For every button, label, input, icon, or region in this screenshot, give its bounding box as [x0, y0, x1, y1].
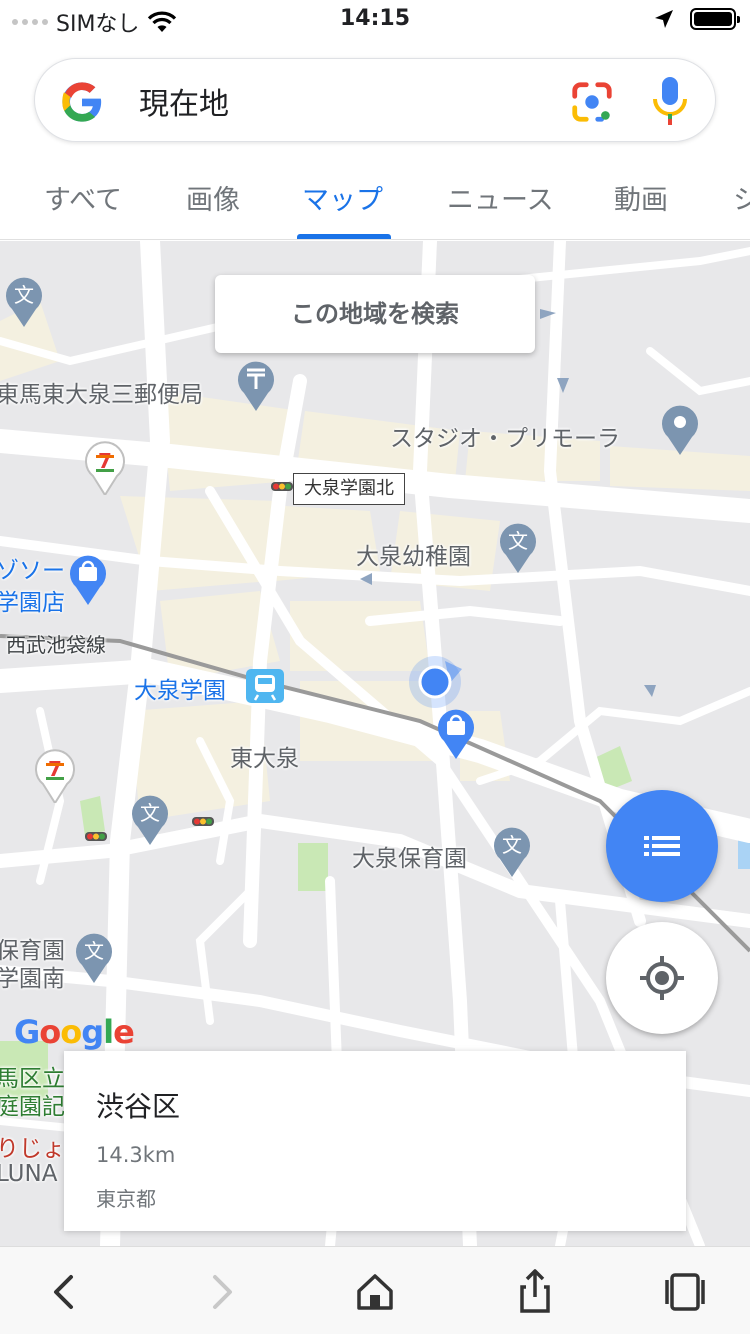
my-location-button[interactable]	[606, 922, 718, 1034]
map-label-store-2[interactable]: 学園店	[0, 583, 65, 617]
place-distance: 14.3km	[96, 1143, 176, 1167]
map-label-left-nursery-2[interactable]: 学園南	[0, 959, 65, 993]
convenience-store-pin-icon[interactable]: 7	[84, 439, 126, 495]
bus-stop-label[interactable]: 大泉学園北	[293, 473, 405, 505]
train-station-icon[interactable]	[246, 669, 284, 703]
map-label-store-1[interactable]: ゾソー	[0, 551, 65, 585]
map-label-park-2[interactable]: 庭園記	[0, 1087, 65, 1121]
kindergarten-pin-icon[interactable]: 文	[498, 521, 538, 573]
svg-text:文: 文	[84, 939, 104, 963]
user-location-icon	[409, 656, 462, 708]
tab-maps[interactable]: マップ	[302, 178, 383, 217]
google-lens-icon[interactable]	[569, 79, 615, 125]
map-label-kindergarten[interactable]: 大泉幼稚園	[356, 537, 471, 571]
place-info-card[interactable]: 渋谷区 14.3km 東京都	[64, 1051, 686, 1231]
search-this-area-button[interactable]: この地域を検索	[215, 275, 535, 353]
share-icon[interactable]	[510, 1267, 560, 1317]
svg-text:文: 文	[14, 283, 34, 307]
school-pin-icon-2[interactable]: 文	[130, 793, 170, 845]
school-pin-icon[interactable]: 文	[4, 275, 44, 327]
screen: SIMなし 14:15 現在地 すべて 画像 マップ ニュース 動画 シ 文 7…	[0, 0, 750, 1334]
svg-text:文: 文	[140, 801, 160, 825]
map-label-shop-1[interactable]: りじょ	[0, 1129, 65, 1163]
status-time: 14:15	[339, 6, 411, 31]
list-icon	[644, 836, 680, 856]
active-tab-indicator	[297, 234, 391, 239]
map-label-area[interactable]: 東大泉	[230, 739, 299, 773]
forward-icon[interactable]	[196, 1267, 246, 1317]
tab-videos[interactable]: 動画	[614, 178, 668, 217]
back-icon[interactable]	[40, 1267, 90, 1317]
map-label-nursery[interactable]: 大泉保育園	[352, 839, 467, 873]
school-pin-icon-3[interactable]: 文	[74, 931, 114, 983]
tab-images[interactable]: 画像	[186, 178, 240, 217]
place-region: 東京都	[96, 1187, 156, 1211]
shopping-pin-icon[interactable]	[68, 553, 108, 605]
nursery-pin-icon[interactable]: 文	[492, 825, 532, 877]
svg-text:文: 文	[502, 833, 522, 857]
map-label-shop-2[interactable]: LUNA	[0, 1161, 57, 1187]
tabs-icon[interactable]	[660, 1267, 710, 1317]
microphone-icon[interactable]	[647, 75, 693, 127]
convenience-store-pin-icon-2[interactable]: 7	[34, 747, 76, 803]
tab-more[interactable]: シ	[733, 178, 750, 217]
crosshair-icon	[640, 956, 684, 1000]
browser-toolbar	[0, 1246, 750, 1334]
place-pin-icon[interactable]	[660, 403, 700, 455]
map-label-station[interactable]: 大泉学園	[134, 671, 226, 705]
location-arrow-icon	[655, 10, 673, 28]
map-view[interactable]: 文 7 文 7 文 文 文 東馬東大泉三郵便局 スタジオ・プリモーラ 大泉幼稚園…	[0, 241, 750, 1246]
search-bar[interactable]: 現在地	[34, 58, 716, 142]
map-label-rail-line[interactable]: 西武池袋線	[6, 629, 106, 658]
google-watermark: Google	[14, 1013, 135, 1051]
status-right	[654, 8, 740, 30]
map-label-post-office[interactable]: 東馬東大泉三郵便局	[0, 375, 203, 409]
post-office-pin-icon[interactable]	[236, 359, 276, 411]
home-icon[interactable]	[350, 1267, 400, 1317]
shopping-pin-icon-2[interactable]	[436, 707, 476, 759]
search-query-text[interactable]: 現在地	[139, 79, 229, 123]
google-g-icon	[62, 82, 102, 122]
place-name: 渋谷区	[96, 1090, 181, 1123]
tab-all[interactable]: すべて	[44, 178, 122, 217]
svg-text:文: 文	[508, 529, 528, 553]
map-label-studio[interactable]: スタジオ・プリモーラ	[390, 419, 620, 453]
search-tabs: すべて 画像 マップ ニュース 動画 シ	[0, 158, 750, 240]
tab-news[interactable]: ニュース	[447, 178, 554, 217]
battery-icon	[690, 8, 740, 30]
list-view-button[interactable]	[606, 790, 718, 902]
status-bar: SIMなし 14:15	[0, 0, 750, 40]
